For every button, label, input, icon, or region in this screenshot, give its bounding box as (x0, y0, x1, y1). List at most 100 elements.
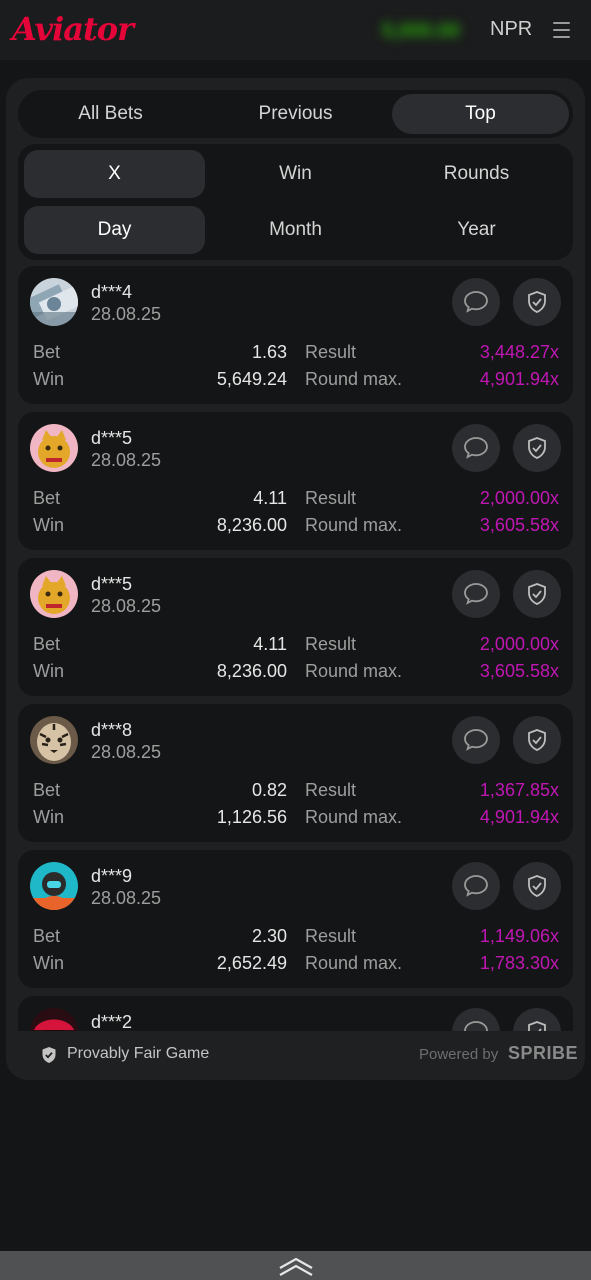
currency-label: NPR (490, 18, 533, 40)
round-max-label: Round max. (305, 515, 403, 535)
bet-amount: 4.11 (253, 488, 287, 508)
bet-amount: 4.11 (253, 634, 287, 654)
username: d***2 (91, 1012, 133, 1031)
win-label: Win (33, 515, 64, 535)
filter-x[interactable]: X (24, 150, 205, 198)
bet-card: d***4 28.08.25 Bet 1.63 Result 3,448.27x… (18, 266, 573, 404)
bet-label: Bet (33, 780, 61, 800)
result-multiplier: 3,448.27x (479, 342, 559, 362)
result-label: Result (305, 780, 357, 800)
shield-check-icon[interactable] (513, 862, 561, 910)
bet-date: 28.08.25 (91, 304, 162, 324)
username: d***4 (91, 282, 133, 302)
username: d***5 (91, 428, 133, 448)
win-amount: 1,126.56 (216, 807, 287, 827)
bet-card: d***9 28.08.25 Bet 2.30 Result 1,149.06x… (18, 850, 573, 988)
top-filters: X Win Rounds Day Month Year (18, 144, 573, 260)
bet-date: 28.08.25 (91, 596, 162, 616)
chat-bubble-icon[interactable] (452, 570, 500, 618)
avatar (30, 278, 78, 326)
avatar (30, 570, 78, 618)
filter-month[interactable]: Month (205, 206, 386, 254)
bet-card: d***5 28.08.25 Bet 4.11 Result 2,000.00x… (18, 412, 573, 550)
round-max-multiplier: 4,901.94x (479, 807, 559, 827)
filter-year[interactable]: Year (386, 206, 567, 254)
bet-card: d***5 28.08.25 Bet 4.11 Result 2,000.00x… (18, 558, 573, 696)
chat-bubble-icon[interactable] (452, 862, 500, 910)
tab-top[interactable]: Top (392, 94, 569, 134)
round-max-label: Round max. (305, 369, 403, 389)
period-filter-row: Day Month Year (24, 206, 567, 254)
bet-amount: 1.63 (251, 342, 287, 362)
bet-label: Bet (33, 634, 61, 654)
result-label: Result (305, 926, 357, 946)
expand-handle[interactable] (0, 1251, 591, 1280)
round-max-multiplier: 4,901.94x (479, 369, 559, 389)
bet-amount: 2.30 (251, 926, 287, 946)
spribe-logo: SPRIBE (508, 1043, 579, 1063)
bet-amount: 0.82 (251, 780, 287, 800)
result-label: Result (305, 488, 357, 508)
shield-check-icon[interactable] (513, 716, 561, 764)
win-label: Win (33, 807, 64, 827)
result-label: Result (305, 342, 357, 362)
provably-fair-link[interactable]: Provably Fair Game (67, 1045, 209, 1063)
avatar (30, 424, 78, 472)
win-amount: 8,236.00 (216, 661, 287, 681)
win-label: Win (33, 369, 64, 389)
filter-day[interactable]: Day (24, 206, 205, 254)
win-amount: 2,652.49 (216, 953, 287, 973)
shield-check-icon[interactable] (513, 278, 561, 326)
avatar (30, 1008, 78, 1031)
shield-check-icon[interactable] (513, 1008, 561, 1031)
round-max-multiplier: 3,605.58x (479, 661, 559, 681)
bet-date: 28.08.25 (91, 742, 162, 762)
round-max-label: Round max. (305, 953, 403, 973)
bet-label: Bet (33, 342, 61, 362)
chat-bubble-icon[interactable] (452, 424, 500, 472)
chat-bubble-icon[interactable] (452, 1008, 500, 1031)
tab-all-bets[interactable]: All Bets (22, 94, 199, 134)
sort-filter-row: X Win Rounds (24, 150, 567, 198)
chevron-up-icon (278, 1257, 313, 1276)
shield-check-icon[interactable] (513, 424, 561, 472)
username: d***9 (91, 866, 133, 886)
bets-panel: All Bets Previous Top X Win Rounds Day M… (6, 78, 585, 1080)
win-amount: 5,649.24 (216, 369, 287, 389)
bets-tabs: All Bets Previous Top (18, 90, 573, 138)
panel-footer: Provably Fair Game Powered by SPRIBE (6, 1031, 585, 1080)
round-max-multiplier: 1,783.30x (479, 953, 559, 973)
balance-amount: 5,000.00 (382, 19, 460, 42)
round-max-label: Round max. (305, 661, 403, 681)
filter-win[interactable]: Win (205, 150, 386, 198)
win-label: Win (33, 661, 64, 681)
avatar (30, 862, 78, 910)
shield-check-icon (42, 1047, 56, 1063)
result-multiplier: 2,000.00x (479, 488, 559, 508)
username: d***5 (91, 574, 133, 594)
chat-bubble-icon[interactable] (452, 716, 500, 764)
hamburger-menu-icon[interactable] (553, 22, 570, 38)
bet-date: 28.08.25 (91, 888, 162, 908)
result-label: Result (305, 634, 357, 654)
bet-label: Bet (33, 488, 61, 508)
bet-card: d***2 (18, 996, 573, 1031)
shield-check-icon[interactable] (513, 570, 561, 618)
tab-previous[interactable]: Previous (207, 94, 384, 134)
win-amount: 8,236.00 (216, 515, 287, 535)
chat-bubble-icon[interactable] (452, 278, 500, 326)
win-label: Win (33, 953, 64, 973)
aviator-logo[interactable]: Aviator (12, 10, 134, 48)
top-bar: Aviator 5,000.00 NPR (0, 0, 591, 60)
avatar (30, 716, 78, 764)
top-bets-list[interactable]: d***4 28.08.25 Bet 1.63 Result 3,448.27x… (18, 266, 573, 1031)
result-multiplier: 1,367.85x (479, 780, 559, 800)
result-multiplier: 1,149.06x (479, 926, 559, 946)
bet-card: d***8 28.08.25 Bet 0.82 Result 1,367.85x… (18, 704, 573, 842)
username: d***8 (91, 720, 133, 740)
filter-rounds[interactable]: Rounds (386, 150, 567, 198)
bet-date: 28.08.25 (91, 450, 162, 470)
result-multiplier: 2,000.00x (479, 634, 559, 654)
bet-label: Bet (33, 926, 61, 946)
powered-by-label: Powered by (419, 1046, 499, 1063)
